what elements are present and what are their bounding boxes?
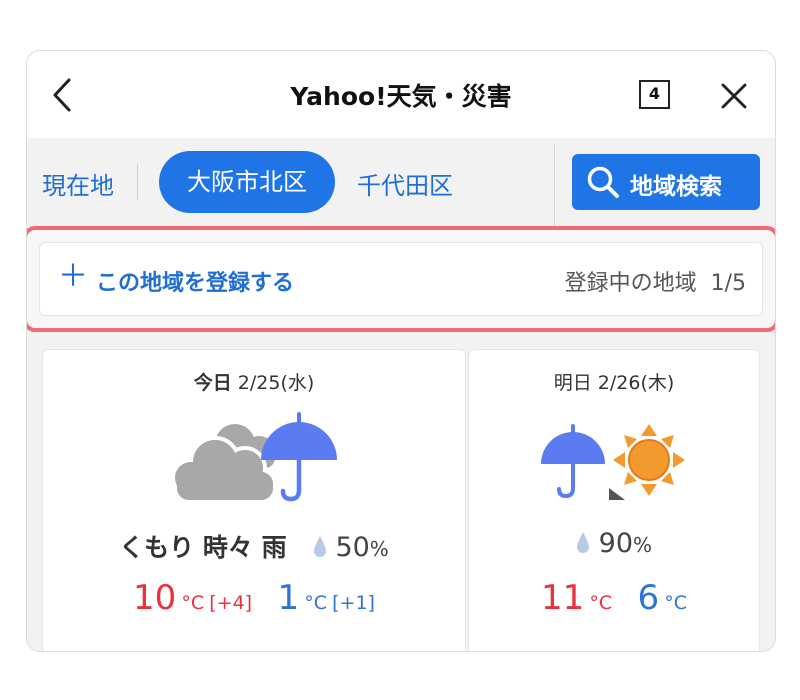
rain-then-sun-icon — [541, 424, 685, 500]
app-frame: Yahoo!天気・災害 4 現在地 大阪市北区 千代田区 地域検索 ＋ この地域… — [26, 50, 776, 652]
region-divider-right — [554, 144, 555, 226]
low-temp: 6 — [637, 578, 660, 618]
low-temp-unit: °C — [664, 592, 688, 614]
search-icon — [587, 166, 619, 198]
percent-sign: % — [633, 533, 653, 557]
low-temp-unit: °C — [304, 592, 328, 614]
raindrop-icon — [313, 536, 326, 557]
region-divider — [137, 164, 138, 200]
raindrop-icon — [576, 532, 589, 553]
forecast-date: 今日 2/25(水) — [193, 372, 315, 394]
low-temp-diff: [+1] — [332, 592, 375, 614]
forecast-card-today[interactable]: 今日 2/25(水) くもり 時々 雨 50% 10 °C [+4] 1 °C … — [42, 349, 466, 651]
temperatures: 11 °C 6 °C — [469, 578, 759, 618]
tab-count-button[interactable]: 4 — [639, 80, 670, 109]
register-label: この地域を登録する — [96, 271, 295, 296]
forecast-card-tomorrow[interactable]: 明日 2/26(木) 90% 11 °C 6 °C — [468, 349, 760, 651]
region-tab-selected[interactable]: 大阪市北区 — [159, 151, 335, 213]
close-icon[interactable] — [719, 81, 749, 111]
region-tab-chiyoda[interactable]: 千代田区 — [357, 166, 453, 201]
forecast-date: 明日 2/26(木) — [553, 372, 675, 394]
region-search-button[interactable]: 地域検索 — [572, 154, 760, 210]
high-temp-unit: °C — [181, 592, 205, 614]
search-button-label: 地域検索 — [630, 174, 722, 200]
weather-description: くもり 時々 雨 50% — [119, 532, 389, 563]
header-bar: Yahoo!天気・災害 4 — [27, 51, 775, 138]
register-region-button[interactable]: ＋ この地域を登録する 登録中の地域 1/5 — [39, 242, 763, 316]
high-temp-unit: °C — [589, 592, 613, 614]
high-temp: 11 — [540, 578, 585, 618]
rain-probability: 50 — [335, 532, 370, 563]
region-tab-current-location[interactable]: 現在地 — [42, 166, 114, 201]
region-tabs: 現在地 大阪市北区 千代田区 地域検索 — [27, 138, 775, 226]
high-temp: 10 — [133, 578, 177, 618]
rain-line: 90% — [469, 528, 759, 559]
cloud-rain-icon — [171, 412, 337, 504]
low-temp: 1 — [277, 578, 300, 618]
register-area-highlight: ＋ この地域を登録する 登録中の地域 1/5 — [27, 226, 775, 332]
temperatures: 10 °C [+4] 1 °C [+1] — [43, 578, 465, 618]
high-temp-diff: [+4] — [209, 592, 253, 614]
plus-icon: ＋ — [58, 259, 88, 294]
registered-count: 登録中の地域 1/5 — [564, 271, 746, 296]
percent-sign: % — [369, 537, 389, 561]
rain-probability: 90 — [598, 528, 634, 559]
